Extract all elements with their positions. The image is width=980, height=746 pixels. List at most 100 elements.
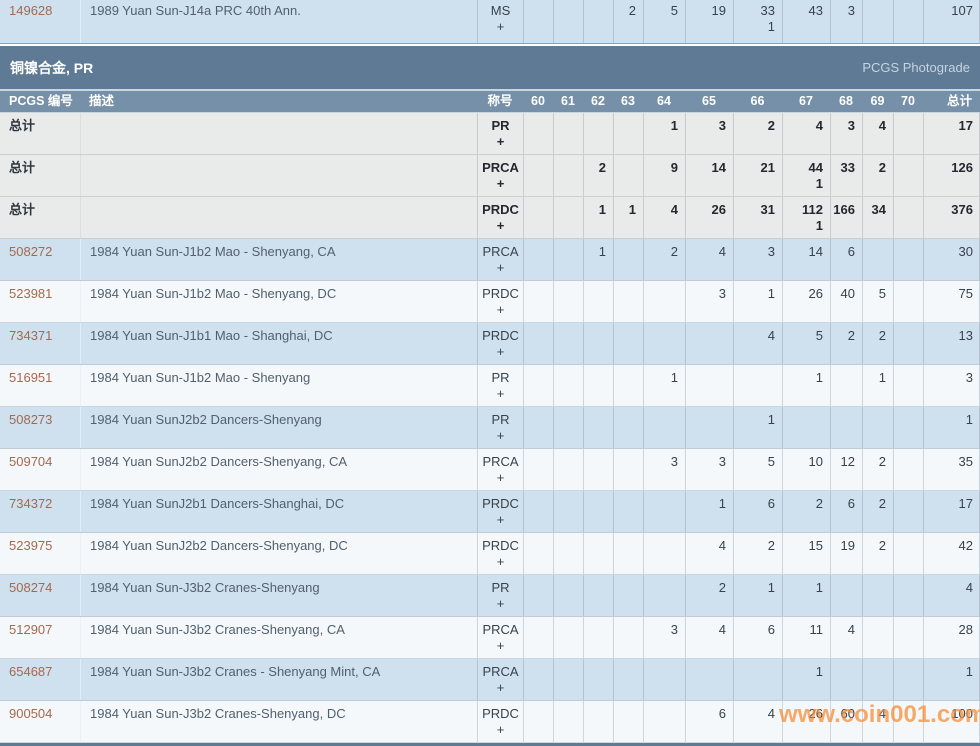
grade-68-cell: 40: [830, 281, 862, 322]
total-row: 总计PRCA+291421441332126: [0, 155, 980, 197]
pcgs-number-link[interactable]: 508274: [9, 580, 52, 595]
grade-68-cell: 3: [830, 0, 862, 43]
grade-62-cell: [583, 323, 613, 364]
pcgs-number-link[interactable]: 508273: [9, 412, 52, 427]
grade-66-cell: 6: [733, 491, 782, 532]
grade-count: 31: [734, 202, 775, 218]
designation-cell: PRCA+: [477, 449, 523, 490]
grade-69-cell: [862, 407, 893, 448]
total-row: 总计PR+13243417: [0, 113, 980, 155]
grade-68-cell: 33: [830, 155, 862, 196]
grade-61-cell: [553, 155, 583, 196]
pcgs-number-link[interactable]: 523981: [9, 286, 52, 301]
designation-cell: PR+: [477, 365, 523, 406]
grade-63-cell: 1: [613, 197, 643, 238]
grade-64-cell: 4: [643, 197, 685, 238]
grade-count: 33: [831, 160, 855, 176]
designation-cell: PRCA+: [477, 617, 523, 658]
pcgs-number-link[interactable]: 734372: [9, 496, 52, 511]
row-total-cell: 100: [923, 701, 980, 742]
grade-65-cell: 14: [685, 155, 733, 196]
grade-count: 2: [863, 160, 886, 176]
grade-count: 1: [644, 370, 678, 386]
pcgs-photograde-link[interactable]: PCGS Photograde: [862, 60, 970, 75]
grade-count: 1: [584, 244, 606, 260]
row-total-cell: 42: [923, 533, 980, 574]
grade-67-cell: 26: [782, 281, 830, 322]
pcgs-number-link[interactable]: 509704: [9, 454, 52, 469]
pcgs-number-link[interactable]: 523975: [9, 538, 52, 553]
grade-67-cell: 1121: [782, 197, 830, 238]
pcgs-number-link[interactable]: 900504: [9, 706, 52, 721]
grade-count: 1: [783, 664, 823, 680]
designation-plus: +: [478, 596, 523, 612]
grade-66-cell: 4: [733, 323, 782, 364]
grade-count: 1: [734, 19, 775, 35]
grade-count: 14: [686, 160, 726, 176]
grade-63-cell: [613, 701, 643, 742]
grade-70-cell: [893, 407, 923, 448]
grade-62-cell: [583, 281, 613, 322]
description-cell: 1984 Yuan SunJ2b2 Dancers-Shenyang: [80, 407, 477, 448]
pcgs-number-link[interactable]: 512907: [9, 622, 52, 637]
grade-count: 2: [831, 328, 855, 344]
pcgs-number-link[interactable]: 734371: [9, 328, 52, 343]
table-row: 523981 1984 Yuan Sun-J1b2 Mao - Shenyang,…: [0, 281, 980, 323]
grade-63-cell: [613, 449, 643, 490]
designation-text: PR: [478, 118, 523, 134]
grade-67-cell: 1: [782, 659, 830, 700]
grade-count: 2: [734, 118, 775, 134]
grade-62-cell: [583, 617, 613, 658]
grade-61-cell: [553, 701, 583, 742]
designation-plus: +: [478, 428, 523, 444]
grade-61-cell: [553, 281, 583, 322]
grade-70-cell: [893, 659, 923, 700]
description-text: 1984 Yuan SunJ2b2 Dancers-Shenyang, CA: [90, 454, 347, 469]
row-total: 107: [924, 3, 973, 19]
col-header-designation: 称号: [477, 91, 523, 112]
grade-66-cell: 1: [733, 407, 782, 448]
designation-plus: +: [478, 176, 523, 192]
description-cell: 1984 Yuan Sun-J1b2 Mao - Shenyang, DC: [80, 281, 477, 322]
grade-count: 112: [783, 202, 823, 218]
description-text: 1984 Yuan SunJ2b1 Dancers-Shanghai, DC: [90, 496, 344, 511]
col-header-62: 62: [583, 91, 613, 112]
grade-62-cell: [583, 491, 613, 532]
grade-count: 4: [686, 538, 726, 554]
pcgs-number-link[interactable]: 508272: [9, 244, 52, 259]
grade-68-cell: 12: [830, 449, 862, 490]
grade-count: 6: [734, 622, 775, 638]
grade-67-cell: [782, 407, 830, 448]
pcgs-number-link[interactable]: 654687: [9, 664, 52, 679]
grade-65-cell: 4: [685, 533, 733, 574]
grade-count: 4: [734, 706, 775, 722]
pcgs-number-link[interactable]: 149628: [9, 3, 52, 18]
grade-63-cell: [613, 659, 643, 700]
grade-62-cell: [583, 701, 613, 742]
row-total: 35: [924, 454, 973, 470]
grade-69-cell: 2: [862, 491, 893, 532]
grade-62-cell: [583, 0, 613, 43]
pcgs-number-cell: 508273: [0, 407, 80, 448]
grade-count: 1: [644, 118, 678, 134]
grade-64-cell: 3: [643, 617, 685, 658]
grade-60-cell: [523, 0, 553, 43]
grade-61-cell: [553, 491, 583, 532]
grade-66-cell: 31: [733, 197, 782, 238]
grade-64-cell: [643, 659, 685, 700]
designation-cell: PR+: [477, 407, 523, 448]
pcgs-number-cell: 149628: [0, 0, 80, 43]
grade-64-cell: 5: [643, 0, 685, 43]
grade-66-cell: 2: [733, 113, 782, 154]
description-text: 1984 Yuan Sun-J1b2 Mao - Shenyang: [90, 370, 310, 385]
description-cell: 1984 Yuan SunJ2b1 Dancers-Shanghai, DC: [80, 491, 477, 532]
table-header-row: PCGS 编号 描述 称号 60 61 62 63 64 65 66 67 68…: [0, 89, 980, 113]
pcgs-number-link[interactable]: 516951: [9, 370, 52, 385]
grade-65-cell: [685, 407, 733, 448]
grade-63-cell: 2: [613, 0, 643, 43]
grade-count: 4: [863, 118, 886, 134]
grade-count: 10: [783, 454, 823, 470]
grade-62-cell: 1: [583, 239, 613, 280]
designation-cell: PR+: [477, 575, 523, 616]
grade-69-cell: 2: [862, 155, 893, 196]
